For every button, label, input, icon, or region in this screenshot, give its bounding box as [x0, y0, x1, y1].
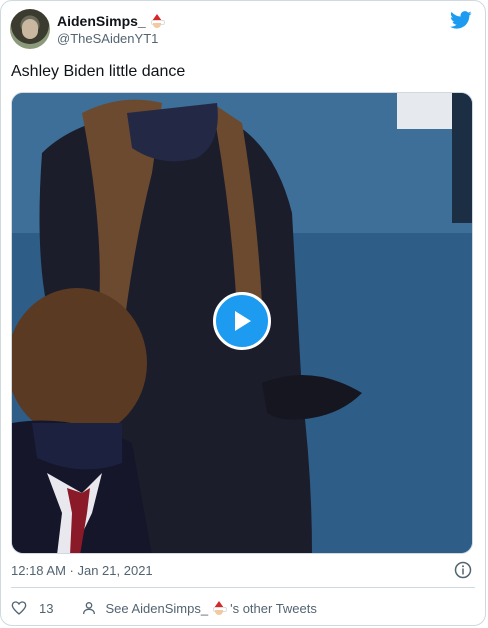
like-count: 13: [39, 600, 54, 616]
name-row: AidenSimps_: [57, 13, 165, 29]
video-player[interactable]: [11, 92, 473, 554]
divider: [11, 587, 475, 588]
embedded-tweet-card: AidenSimps_ @TheSAidenYT1 Ashley Biden l…: [0, 0, 486, 626]
see-prefix-text: See AidenSimps_: [105, 600, 209, 616]
play-icon: [235, 311, 251, 331]
santa-emoji-icon: [212, 601, 228, 615]
santa-emoji-icon: [150, 14, 165, 28]
avatar-face: [22, 19, 38, 39]
tweet-text: Ashley Biden little dance: [11, 63, 186, 80]
author-info[interactable]: AidenSimps_ @TheSAidenYT1: [57, 13, 165, 46]
person-icon: [83, 602, 96, 615]
user-handle[interactable]: @TheSAidenYT1: [57, 31, 164, 46]
play-button[interactable]: [213, 292, 271, 350]
avatar[interactable]: [10, 9, 50, 49]
heart-icon: [11, 601, 27, 615]
display-name[interactable]: AidenSimps_: [57, 13, 146, 29]
tweet-actions: 13 See AidenSimps_ 's other Tweets: [11, 597, 475, 619]
twitter-bird-icon[interactable]: [449, 9, 473, 31]
see-suffix-text: 's other Tweets: [230, 600, 317, 616]
see-other-tweets-link[interactable]: See AidenSimps_ 's other Tweets: [81, 600, 317, 616]
like-button[interactable]: 13: [11, 600, 53, 616]
tweet-header: AidenSimps_ @TheSAidenYT1: [10, 9, 473, 53]
tweet-timestamp[interactable]: 12:18 AM · Jan 21, 2021: [11, 563, 153, 578]
info-icon[interactable]: [454, 561, 472, 579]
